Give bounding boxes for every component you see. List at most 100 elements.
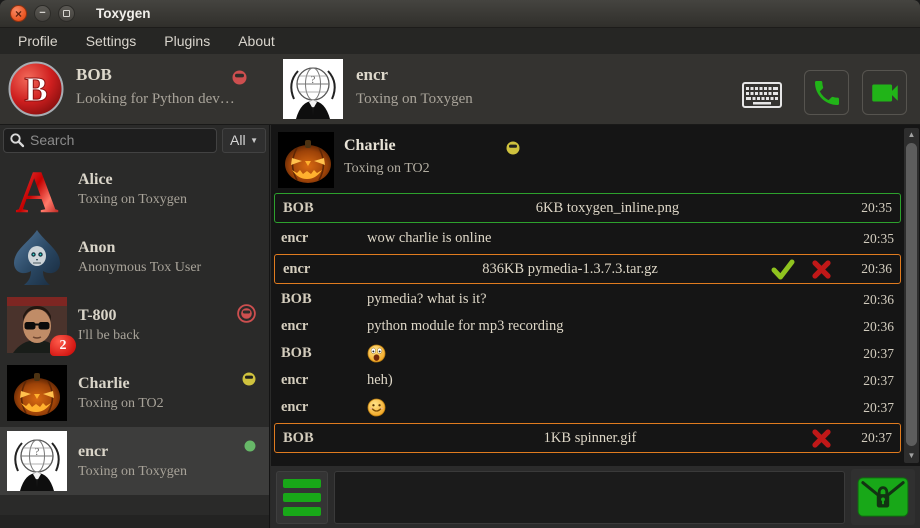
message-body: heh) [367,372,848,389]
filter-value: All [230,132,246,148]
message-sender: encr [281,372,367,389]
contact-name: Charlie [78,375,164,393]
message-row: encr 836KB pymedia-1.3.7.3.tar.gz 20:36 [274,254,901,284]
keyboard-icon [742,82,782,108]
contact-filter-dropdown[interactable]: All ▼ [222,128,266,153]
message-time: 20:35 [848,231,894,247]
message-body: python module for mp3 recording [367,318,848,335]
contact-name: encr [78,443,187,461]
menu-settings[interactable]: Settings [72,28,151,54]
accept-file-button[interactable] [771,259,795,280]
audio-call-button[interactable] [804,70,849,115]
menubar: Profile Settings Plugins About [0,28,920,54]
peer-status-icon [506,141,520,155]
scroll-up-arrow[interactable]: ▲ [904,128,919,142]
contact-list-item[interactable]: ? encr Toxing on Toxygen [0,427,269,495]
window-title: Toxygen [96,6,151,21]
message-time: 20:37 [846,430,892,446]
message-row: BOB pymedia? what is it? 20:36 [273,286,902,313]
conversation-name: encr [356,65,388,85]
message-body: pymedia? what is it? [367,291,848,308]
svg-text:A: A [15,159,58,219]
svg-text:?: ? [311,74,316,86]
contact-list: A Alice Toxing on Toxygen Anon Anonymous… [0,155,269,495]
self-name: BOB [76,65,112,85]
send-message-button[interactable] [851,469,915,525]
screen-keyboard-button[interactable] [741,81,783,109]
self-avatar[interactable]: B [8,61,64,117]
contact-avatar [6,226,68,288]
cross-icon [811,259,832,280]
minimize-icon: − [39,8,45,19]
message-sender: BOB [281,345,367,362]
message-time: 20:36 [846,261,892,277]
message-body: wow charlie is online [367,230,848,247]
contact-avatar: A [6,158,68,220]
contact-status-message: Toxing on Toxygen [78,192,187,208]
message-time: 20:37 [848,373,894,389]
message-sender: encr [281,230,367,247]
search-input[interactable] [30,132,211,148]
svg-text:B: B [24,70,47,109]
contact-name: T-800 [78,307,140,325]
search-box[interactable] [3,128,217,153]
maximize-icon [63,10,70,17]
contact-list-item[interactable]: 2 T-800 I'll be back [0,291,269,359]
message-time: 20:37 [848,346,894,362]
message-body: 6KB toxygen_inline.png [369,200,846,217]
message-row: encr wow charlie is online 20:35 [273,225,902,252]
minimize-button[interactable]: − [34,5,51,22]
conversation-avatar: ? [283,59,343,119]
chat-scrollbar[interactable]: ▲ ▼ [904,128,919,463]
menu-plugins[interactable]: Plugins [150,28,224,54]
conversation-status-message: Toxing on Toxygen [356,91,473,108]
peer-avatar [278,132,334,188]
video-camera-icon [868,76,902,110]
toxygen-window: × − Toxygen Profile Settings Plugins Abo… [0,0,920,528]
menu-about[interactable]: About [224,28,289,54]
header: B BOB Looking for Python dev… ? encr Tox… [0,54,920,125]
message-body: 1KB spinner.gif [369,430,811,447]
message-time: 20:37 [848,400,894,416]
file-actions [771,259,832,280]
contact-list-item[interactable]: A Alice Toxing on Toxygen [0,155,269,223]
search-row: All ▼ [0,125,269,155]
message-input[interactable] [334,471,845,524]
message-row: encr 20:37 [273,394,902,421]
contact-list-item[interactable]: Charlie Toxing on TO2 [0,359,269,427]
message-time: 20:36 [848,292,894,308]
titlebar[interactable]: × − Toxygen [0,0,920,28]
contact-list-item[interactable]: Anon Anonymous Tox User [0,223,269,291]
phone-icon [811,77,843,109]
chevron-down-icon: ▼ [250,136,258,145]
contact-status-message: Anonymous Tox User [78,260,201,276]
scroll-down-arrow[interactable]: ▼ [904,449,919,463]
decline-file-button[interactable] [811,259,832,280]
decline-file-button[interactable] [811,428,832,449]
contact-avatar [6,362,68,424]
maximize-button[interactable] [58,5,75,22]
contact-status-icon [244,440,256,452]
contact-avatar: 2 [6,294,68,356]
message-body [367,344,848,363]
menu-profile[interactable]: Profile [4,28,72,54]
message-row: BOB 6KB toxygen_inline.png 20:35 [274,193,901,223]
video-call-button[interactable] [862,70,907,115]
smiley-smile-icon [367,398,386,417]
message-sender: encr [283,261,369,278]
contact-status-icon [242,372,256,386]
message-row: encr heh) 20:37 [273,367,902,394]
attachments-menu-button[interactable] [276,471,328,524]
contact-name: Anon [78,239,201,257]
cross-icon [811,428,832,449]
message-list: BOB 6KB toxygen_inline.png 20:35 encr wo… [273,191,902,464]
chat-peer-block: Charlie Toxing on TO2 [278,131,790,189]
message-time: 20:36 [848,319,894,335]
close-button[interactable]: × [10,5,27,22]
message-row: BOB 1KB spinner.gif 20:37 [274,423,901,453]
scrollbar-thumb[interactable] [906,143,917,446]
message-sender: encr [281,399,367,416]
peer-name: Charlie [344,137,396,155]
contact-status-message: Toxing on TO2 [78,396,164,412]
contact-status-message: Toxing on Toxygen [78,464,187,480]
